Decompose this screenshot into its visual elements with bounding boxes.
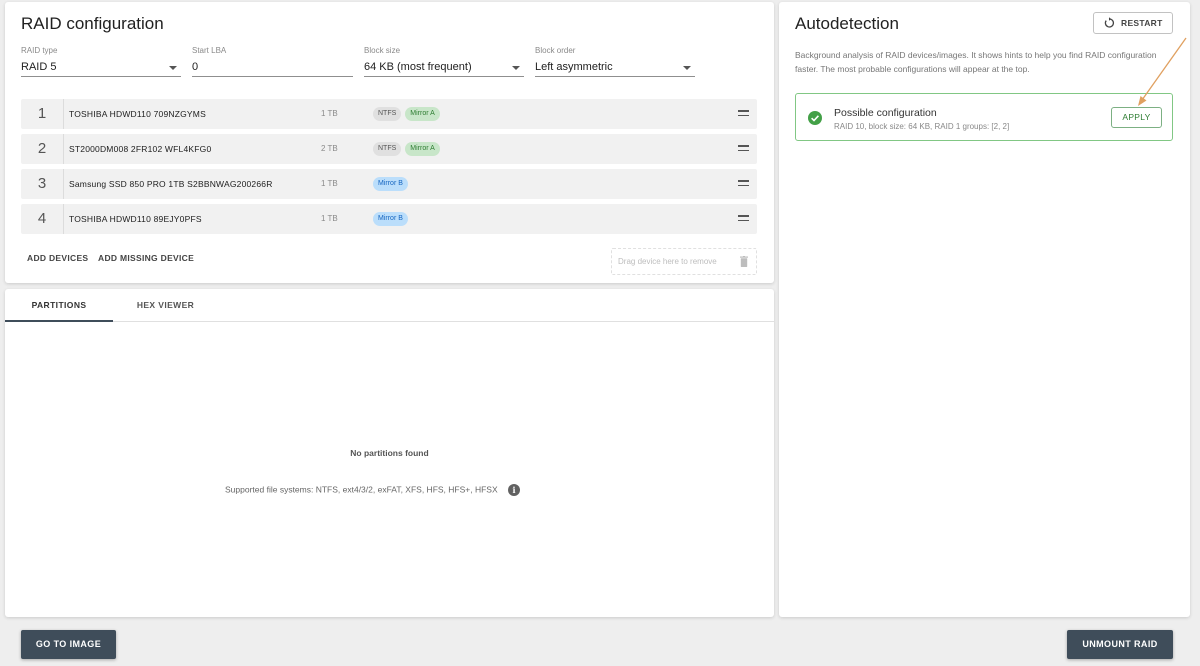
field-label: Block order bbox=[535, 46, 576, 55]
start-lba-value: 0 bbox=[192, 61, 199, 73]
field-label: Block size bbox=[364, 46, 401, 55]
device-row[interactable]: 3 Samsung SSD 850 PRO 1TB S2BBNWAG200266… bbox=[21, 169, 757, 199]
add-devices-button[interactable]: ADD DEVICES bbox=[27, 253, 88, 263]
caret-down-icon bbox=[169, 66, 177, 70]
start-lba-input[interactable]: Start LBA 0 bbox=[192, 46, 353, 79]
device-chips: Mirror B bbox=[373, 212, 412, 226]
annotation-arrow-icon bbox=[1138, 37, 1187, 106]
drag-handle-icon[interactable] bbox=[738, 180, 749, 187]
block-order-select[interactable]: Block order Left asymmetric bbox=[535, 46, 695, 79]
block-size-select[interactable]: Block size 64 KB (most frequent) bbox=[364, 46, 524, 79]
device-chips: NTFS Mirror A bbox=[373, 107, 444, 121]
info-icon[interactable]: i bbox=[508, 484, 521, 496]
device-tag-chip: Mirror A bbox=[405, 107, 440, 121]
tab-divider bbox=[5, 321, 774, 322]
device-size: 2 TB bbox=[321, 144, 338, 153]
no-partitions-message: No partitions found bbox=[350, 448, 429, 458]
device-row[interactable]: 2 ST2000DM008 2FR102 WFL4KFG0 2 TB NTFS M… bbox=[21, 134, 757, 164]
add-missing-device-button[interactable]: ADD MISSING DEVICE bbox=[98, 253, 194, 263]
raid-type-value: RAID 5 bbox=[21, 61, 57, 73]
raid-type-select[interactable]: RAID type RAID 5 bbox=[21, 46, 181, 79]
field-label: Start LBA bbox=[192, 46, 227, 55]
field-value: RAID 5 bbox=[21, 59, 181, 77]
device-size: 1 TB bbox=[321, 214, 338, 223]
device-name: TOSHIBA HDWD110 709NZGYMS bbox=[69, 109, 206, 119]
partitions-panel: PARTITIONS HEX VIEWER No partitions foun… bbox=[5, 289, 774, 617]
device-index: 2 bbox=[21, 134, 64, 164]
restart-label: RESTART bbox=[1121, 18, 1163, 28]
device-index: 4 bbox=[21, 204, 64, 234]
device-size: 1 TB bbox=[321, 109, 338, 118]
device-chips: NTFS Mirror A bbox=[373, 142, 444, 156]
block-size-value: 64 KB (most frequent) bbox=[364, 61, 472, 73]
device-name: TOSHIBA HDWD110 89EJY0PFS bbox=[69, 214, 202, 224]
device-chips: Mirror B bbox=[373, 177, 412, 191]
apply-button[interactable]: APPLY bbox=[1111, 107, 1162, 128]
go-to-image-button[interactable]: GO TO IMAGE bbox=[21, 630, 116, 659]
restart-button[interactable]: RESTART bbox=[1093, 12, 1173, 34]
caret-down-icon bbox=[512, 66, 520, 70]
drop-hint: Drag device here to remove bbox=[618, 257, 717, 266]
device-index: 3 bbox=[21, 169, 64, 199]
device-index: 1 bbox=[21, 99, 64, 129]
device-tag-chip: NTFS bbox=[373, 142, 402, 156]
device-tag-chip: Mirror B bbox=[373, 177, 408, 191]
autodetection-description: Background analysis of RAID devices/imag… bbox=[795, 50, 1157, 74]
supported-filesystems: Supported file systems: NTFS, ext4/3/2, … bbox=[225, 484, 521, 496]
restart-icon bbox=[1104, 17, 1115, 28]
tab-partitions[interactable]: PARTITIONS bbox=[5, 289, 113, 321]
field-value: 64 KB (most frequent) bbox=[364, 59, 524, 77]
device-name: ST2000DM008 2FR102 WFL4KFG0 bbox=[69, 144, 212, 154]
check-circle-icon bbox=[808, 111, 822, 125]
supported-filesystems-text: Supported file systems: NTFS, ext4/3/2, … bbox=[225, 484, 498, 495]
active-tab-indicator bbox=[5, 320, 113, 322]
device-row[interactable]: 1 TOSHIBA HDWD110 709NZGYMS 1 TB NTFS Mir… bbox=[21, 99, 757, 129]
drag-handle-icon[interactable] bbox=[738, 145, 749, 152]
tab-hex-viewer[interactable]: HEX VIEWER bbox=[113, 289, 218, 321]
caret-down-icon bbox=[683, 66, 691, 70]
configuration-detail: RAID 10, block size: 64 KB, RAID 1 group… bbox=[834, 122, 1010, 131]
device-tag-chip: NTFS bbox=[373, 107, 402, 121]
field-value: Left asymmetric bbox=[535, 59, 695, 77]
panel-title: Autodetection bbox=[795, 14, 899, 33]
drag-handle-icon[interactable] bbox=[738, 110, 749, 117]
drag-handle-icon[interactable] bbox=[738, 215, 749, 222]
device-size: 1 TB bbox=[321, 179, 338, 188]
device-name: Samsung SSD 850 PRO 1TB S2BBNWAG200266R bbox=[69, 179, 273, 189]
field-value: 0 bbox=[192, 59, 353, 77]
device-tag-chip: Mirror A bbox=[405, 142, 440, 156]
configuration-title: Possible configuration bbox=[834, 107, 937, 119]
device-row[interactable]: 4 TOSHIBA HDWD110 89EJY0PFS 1 TB Mirror … bbox=[21, 204, 757, 234]
panel-title: RAID configuration bbox=[21, 14, 164, 33]
possible-configuration-card: Possible configuration RAID 10, block si… bbox=[795, 93, 1173, 141]
device-tag-chip: Mirror B bbox=[373, 212, 408, 226]
raid-configuration-panel: RAID configuration RAID type RAID 5 Star… bbox=[5, 2, 774, 283]
field-label: RAID type bbox=[21, 46, 58, 55]
unmount-raid-button[interactable]: UNMOUNT RAID bbox=[1067, 630, 1173, 659]
trash-icon bbox=[740, 256, 748, 267]
block-order-value: Left asymmetric bbox=[535, 61, 613, 73]
remove-drop-zone[interactable]: Drag device here to remove bbox=[611, 248, 757, 275]
